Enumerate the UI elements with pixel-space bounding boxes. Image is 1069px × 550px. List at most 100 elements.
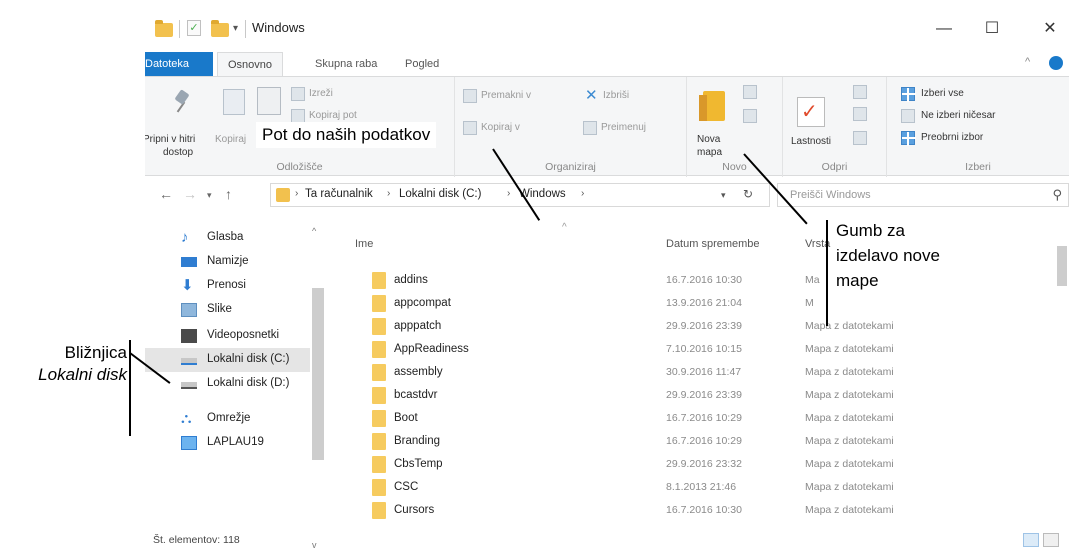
invert-selection-button[interactable]: Preobrni izbor bbox=[921, 132, 983, 143]
new-folder-button[interactable]: Nova bbox=[697, 134, 720, 145]
table-row[interactable]: CbsTemp 29.9.2016 23:32 Mapa z datotekami bbox=[325, 454, 1055, 476]
history-icon[interactable] bbox=[853, 131, 867, 145]
select-all-button[interactable]: Izberi vse bbox=[921, 88, 964, 99]
table-row[interactable]: Boot 16.7.2016 10:29 Mapa z datotekami bbox=[325, 408, 1055, 430]
recent-locations-icon[interactable]: ▾ bbox=[207, 190, 212, 201]
folder-icon bbox=[372, 410, 386, 427]
rename-button[interactable]: Preimenuj bbox=[601, 122, 646, 133]
collapse-ribbon-icon[interactable]: ^ bbox=[1025, 56, 1030, 68]
table-row[interactable]: addins 16.7.2016 10:30 Ma bbox=[325, 270, 1055, 292]
chevron-right-icon[interactable]: › bbox=[581, 188, 584, 199]
delete-button[interactable]: Izbriši bbox=[603, 90, 629, 101]
nav-item-desktop[interactable]: Namizje bbox=[145, 250, 310, 274]
file-type: Mapa z datotekami bbox=[805, 320, 894, 332]
refresh-icon[interactable]: ↻ bbox=[743, 187, 753, 201]
new-folder-icon[interactable] bbox=[699, 91, 725, 121]
cut-label[interactable]: Izreži bbox=[309, 88, 333, 99]
minimize-button[interactable]: — bbox=[921, 14, 967, 44]
forward-button[interactable]: → bbox=[183, 186, 197, 202]
navigation-row: ← → ▾ ↑ › Ta računalnik › Lokalni disk (… bbox=[145, 176, 1069, 212]
pin-to-quick-access-label-2[interactable]: dostop bbox=[163, 147, 193, 158]
table-row[interactable]: CSC 8.1.2013 21:46 Mapa z datotekami bbox=[325, 477, 1055, 499]
select-none-button[interactable]: Ne izberi ničesar bbox=[921, 110, 995, 121]
maximize-button[interactable]: ☐ bbox=[969, 14, 1015, 44]
address-bar[interactable]: › Ta računalnik › Lokalni disk (C:) › Wi… bbox=[270, 183, 770, 207]
table-row[interactable]: appcompat 13.9.2016 21:04 M bbox=[325, 293, 1055, 315]
tab-view[interactable]: Pogled bbox=[395, 52, 449, 76]
table-row[interactable]: Branding 16.7.2016 10:29 Mapa z datotekami bbox=[325, 431, 1055, 453]
copy-to-button[interactable]: Kopiraj v bbox=[481, 122, 520, 133]
table-row[interactable]: Cursors 16.7.2016 10:30 Mapa z datotekami bbox=[325, 500, 1055, 522]
nav-pane-scrollbar[interactable]: ^ v bbox=[310, 216, 324, 550]
file-date: 29.9.2016 23:39 bbox=[666, 320, 742, 332]
annotation-new-folder-line: mape bbox=[836, 271, 879, 290]
tab-home[interactable]: Osnovno bbox=[217, 52, 284, 76]
paste-icon[interactable] bbox=[257, 87, 281, 115]
open-icon[interactable] bbox=[853, 85, 867, 99]
up-button[interactable]: ↑ bbox=[225, 186, 232, 202]
file-type: Mapa z datotekami bbox=[805, 343, 894, 355]
table-row[interactable]: AppReadiness 7.10.2016 10:15 Mapa z datote… bbox=[325, 339, 1055, 361]
search-input[interactable]: Preišči Windows bbox=[790, 189, 871, 201]
chevron-right-icon[interactable]: › bbox=[507, 188, 510, 199]
customize-quick-access-icon[interactable]: ▾ bbox=[233, 20, 238, 38]
nav-item-music[interactable]: ♪ Glasba bbox=[145, 226, 310, 250]
copy-label[interactable]: Kopiraj bbox=[215, 134, 246, 145]
file-date: 16.7.2016 10:30 bbox=[666, 274, 742, 286]
search-box[interactable]: Preišči Windows ⚲ bbox=[777, 183, 1069, 207]
chevron-right-icon[interactable]: › bbox=[295, 188, 298, 199]
scrollbar-thumb[interactable] bbox=[312, 288, 324, 460]
copy-to-icon bbox=[463, 121, 477, 135]
tab-file[interactable]: Datoteka bbox=[145, 52, 213, 76]
help-icon[interactable] bbox=[1049, 56, 1063, 70]
computer-icon bbox=[181, 436, 197, 450]
nav-item-local-disk-c[interactable]: Lokalni disk (C:) bbox=[145, 348, 310, 372]
folder-icon bbox=[372, 502, 386, 519]
properties-quick-icon[interactable]: ✓ bbox=[187, 20, 201, 36]
breadcrumb-this-pc[interactable]: Ta računalnik bbox=[305, 188, 373, 200]
network-icon: ⛬ bbox=[181, 410, 192, 427]
column-header-date[interactable]: Datum spremembe bbox=[666, 238, 760, 250]
nav-item-downloads[interactable]: ⬇ Prenosi bbox=[145, 274, 310, 298]
address-dropdown-icon[interactable]: ▾ bbox=[721, 190, 726, 201]
new-item-icon[interactable] bbox=[743, 85, 757, 99]
details-view-button[interactable] bbox=[1023, 533, 1039, 547]
scroll-up-icon[interactable]: ^ bbox=[312, 226, 316, 236]
properties-button[interactable]: Lastnosti bbox=[791, 136, 831, 147]
table-row[interactable]: apppatch 29.9.2016 23:39 Mapa z datotekami bbox=[325, 316, 1055, 338]
large-icons-view-button[interactable] bbox=[1043, 533, 1059, 547]
file-list-scrollbar[interactable] bbox=[1057, 246, 1067, 286]
move-to-button[interactable]: Premakni v bbox=[481, 90, 531, 101]
close-button[interactable]: ✕ bbox=[1027, 14, 1069, 44]
nav-item-local-disk-d[interactable]: Lokalni disk (D:) bbox=[145, 372, 310, 396]
properties-icon[interactable] bbox=[797, 97, 825, 127]
select-all-icon bbox=[901, 87, 916, 102]
new-folder-button-2[interactable]: mapa bbox=[697, 147, 722, 158]
easy-access-icon[interactable] bbox=[743, 109, 757, 123]
copy-path-label[interactable]: Kopiraj pot bbox=[309, 110, 357, 121]
tab-share[interactable]: Skupna raba bbox=[305, 52, 387, 76]
column-header-name[interactable]: Ime bbox=[355, 238, 373, 250]
nav-item-label: LAPLAU19 bbox=[207, 436, 264, 448]
folder-icon bbox=[372, 272, 386, 289]
select-group-label: Izberi bbox=[965, 161, 991, 173]
nav-item-label: Lokalni disk (C:) bbox=[207, 353, 290, 365]
nav-item-videos[interactable]: Videoposnetki bbox=[145, 324, 310, 348]
back-button[interactable]: ← bbox=[159, 186, 173, 202]
nav-item-laplau19[interactable]: LAPLAU19 bbox=[145, 431, 310, 455]
nav-item-network[interactable]: ⛬ Omrežje bbox=[145, 407, 310, 431]
file-name: bcastdvr bbox=[394, 389, 438, 401]
file-name: apppatch bbox=[394, 320, 442, 332]
chevron-right-icon[interactable]: › bbox=[387, 188, 390, 199]
annotation-new-folder-line: Gumb za bbox=[836, 221, 905, 240]
title-bar: ✓ ▾ Windows — ☐ ✕ bbox=[145, 10, 1069, 48]
cut-icon bbox=[291, 87, 305, 101]
table-row[interactable]: assembly 30.9.2016 11:47 Mapa z datotekami bbox=[325, 362, 1055, 384]
nav-item-pictures[interactable]: Slike bbox=[145, 298, 310, 322]
table-row[interactable]: bcastdvr 29.9.2016 23:39 Mapa z datotekami bbox=[325, 385, 1055, 407]
edit-icon[interactable] bbox=[853, 107, 867, 121]
pin-to-quick-access-label[interactable]: Pripni v hitri bbox=[145, 134, 195, 145]
new-folder-quick-icon[interactable] bbox=[211, 20, 229, 37]
clipboard-group-label: Odložišče bbox=[276, 161, 323, 173]
breadcrumb-local-disk[interactable]: Lokalni disk (C:) bbox=[399, 188, 481, 200]
